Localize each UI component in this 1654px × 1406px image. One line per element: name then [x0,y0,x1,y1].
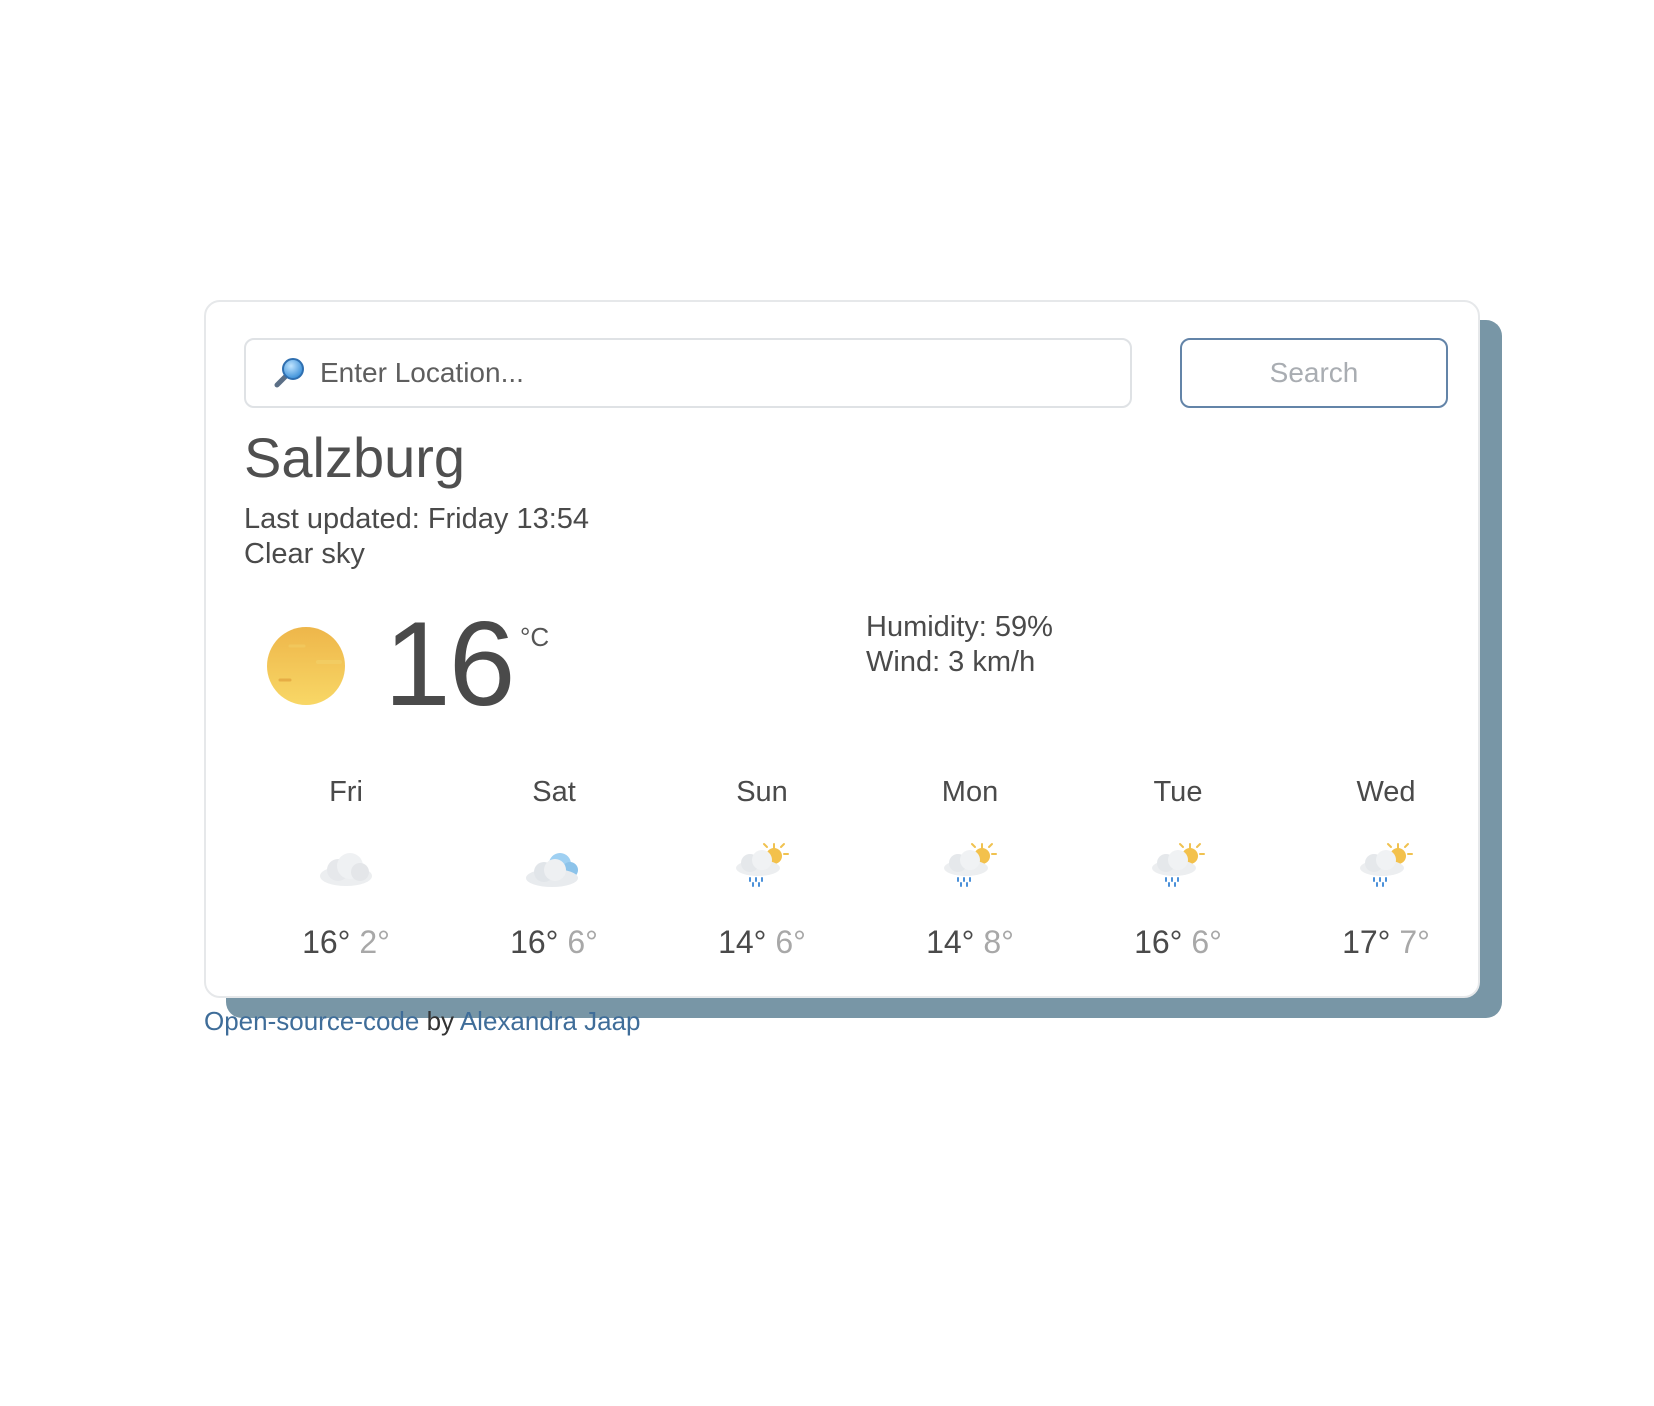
author-link[interactable]: Alexandra Jaap [460,1006,641,1036]
forecast-day-name: Wed [1356,776,1416,808]
forecast-max-temp: 16° [1134,924,1183,960]
forecast-min-temp: 7° [1399,924,1430,960]
forecast-day-name: Sat [532,776,576,808]
humidity: Humidity: 59% [866,611,1053,643]
sun-rain-icon [736,843,789,887]
forecast-row: Fri 16° 2° Sat 16° 6° Sun 14° 6° Mon 14°… [242,772,1490,962]
search-button[interactable]: Search [1180,338,1448,408]
forecast-max-temp: 14° [718,924,767,960]
current-meta: Last updated: Friday 13:54 Clear sky [244,502,589,572]
city-name: Salzburg [244,426,466,489]
forecast-day-name: Sun [736,776,788,808]
forecast-temps: 14° 8° [866,922,1074,962]
forecast-max-temp: 16° [510,924,559,960]
forecast-temps: 14° 6° [658,922,866,962]
forecast-day-name: Tue [1153,776,1203,808]
forecast-day: Sun 14° 6° [658,772,866,962]
wind: Wind: 3 km/h [866,646,1036,678]
forecast-day-name: Mon [941,776,999,808]
weather-details: Humidity: 59% Wind: 3 km/h [866,610,1053,680]
forecast-day-name: Fri [329,776,363,808]
search-icon [274,358,304,388]
forecast-min-temp: 6° [567,924,598,960]
search-input[interactable] [320,357,1100,389]
open-source-code-link[interactable]: Open-source-code [204,1006,419,1036]
forecast-temps: 17° 7° [1282,922,1490,962]
current-temperature: 16 [384,597,515,731]
footer: Open-source-code by Alexandra Jaap [204,1006,641,1037]
forecast-max-temp: 17° [1342,924,1391,960]
forecast-day: Sat 16° 6° [450,772,658,962]
last-updated: Last updated: Friday 13:54 [244,503,590,535]
sun-rain-icon [1152,843,1205,887]
forecast-temps: 16° 2° [242,922,450,962]
sun-rain-icon [1360,843,1413,887]
search-field[interactable] [244,338,1132,408]
forecast-max-temp: 14° [926,924,975,960]
sun-icon [267,627,345,705]
cloudy-icon [526,853,578,887]
forecast-day: Wed 17° 7° [1282,772,1490,962]
weather-description: Clear sky [244,538,365,570]
search-form: Search [244,338,1448,408]
forecast-min-temp: 8° [983,924,1014,960]
forecast-min-temp: 6° [775,924,806,960]
forecast-temps: 16° 6° [1074,922,1282,962]
sun-rain-icon [944,843,997,887]
weather-card: Search Salzburg Last updated: Friday 13:… [204,300,1480,998]
forecast-min-temp: 2° [359,924,390,960]
forecast-temps: 16° 6° [450,922,658,962]
forecast-max-temp: 16° [302,924,351,960]
forecast-min-temp: 6° [1191,924,1222,960]
temperature-unit: °C [520,622,550,652]
forecast-day: Mon 14° 8° [866,772,1074,962]
cloud-icon [320,853,372,886]
forecast-day: Tue 16° 6° [1074,772,1282,962]
forecast-day: Fri 16° 2° [242,772,450,962]
footer-by-text: by [419,1006,460,1036]
